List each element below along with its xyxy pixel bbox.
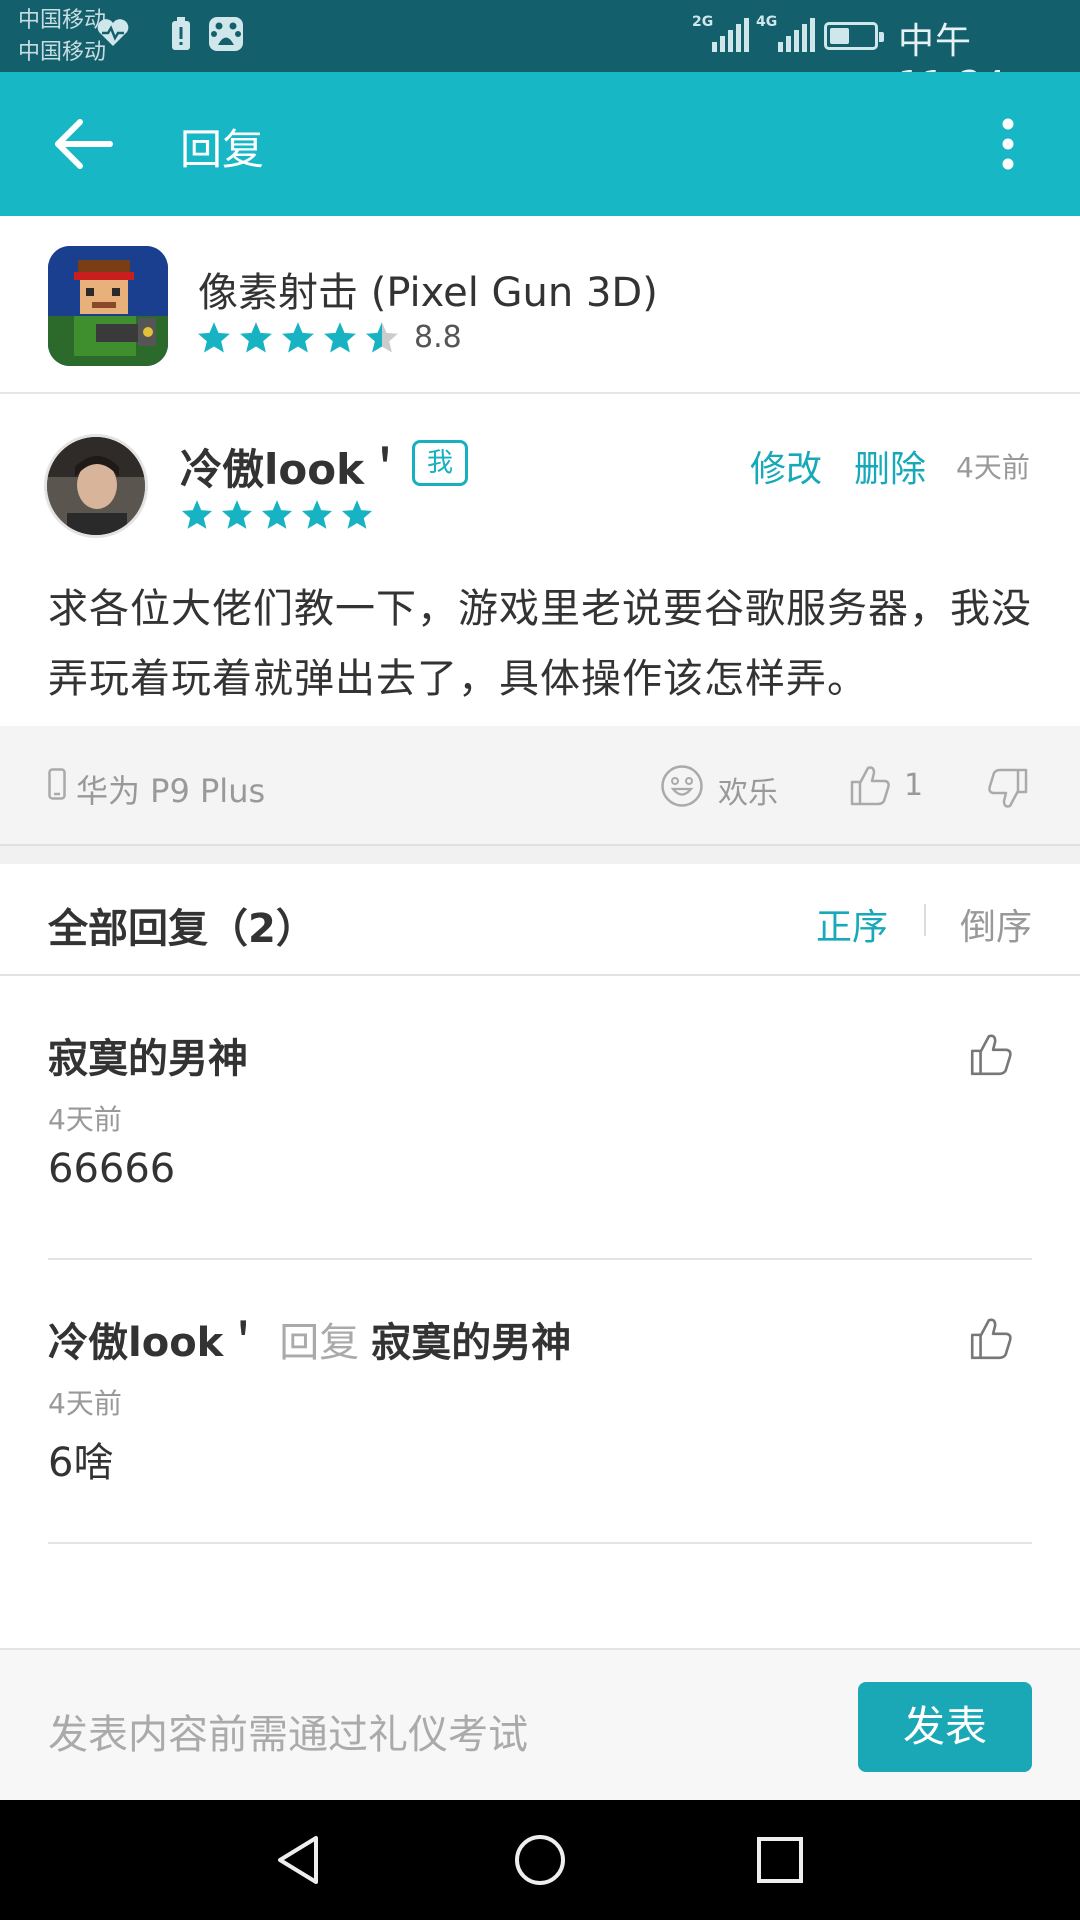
signal-strength-icon (712, 18, 749, 52)
reply-time: 4天前 (48, 1103, 122, 1136)
network-type-label: 2G (692, 14, 714, 30)
carrier-label: 中国移动 (18, 8, 107, 33)
more-vertical-icon[interactable] (990, 114, 1026, 174)
device-label: 华为 P9 Plus (76, 772, 266, 810)
battery-saver-icon (172, 17, 190, 50)
review-username[interactable]: 冷傲look＇ (180, 436, 406, 497)
app-icon (48, 246, 168, 366)
status-bar: 中国移动 中国移动 2G 4G 中午11:24 (0, 0, 1080, 105)
reply-header: 冷傲look＇ 回复 寂寞的男神 (48, 1310, 571, 1368)
star-icon (240, 322, 272, 353)
delete-button[interactable]: 删除 (854, 440, 926, 492)
publish-button[interactable]: 发表 (858, 1682, 1032, 1772)
battery-level (830, 28, 849, 44)
reply-composer: 发表内容前需通过礼仪考试 发表 (0, 1648, 1080, 1800)
like-count: 1 (904, 768, 924, 803)
carrier-label: 中国移动 (18, 40, 107, 65)
reply-username[interactable]: 寂寞的男神 (48, 1026, 248, 1084)
review-actions: 华为 P9 Plus 欢乐 1 (0, 726, 1080, 846)
thumbs-up-icon[interactable] (848, 762, 892, 808)
mood-label[interactable]: 欢乐 (718, 768, 778, 812)
avatar[interactable] (44, 434, 148, 538)
star-icon (261, 500, 293, 529)
replies-title: 全部回复（2） (48, 906, 316, 952)
reply-text: 66666 (48, 1146, 176, 1192)
star-icon (324, 322, 356, 353)
smiley-icon[interactable] (660, 764, 704, 808)
battery-icon (824, 22, 884, 50)
page-title: 回复 (180, 125, 265, 174)
back-arrow-icon[interactable] (48, 114, 120, 174)
signal-strength-icon (778, 18, 815, 52)
review-card: 冷傲look＇ 我 修改 删除 4天前 求各位大佬们教一下，游戏里老说要谷歌服务… (0, 394, 1080, 724)
reply-time: 4天前 (48, 1387, 122, 1420)
thumbs-up-icon[interactable] (968, 1030, 1014, 1078)
app-bar: 回复 (0, 72, 1080, 216)
replies-header: 全部回复（2） 正序 倒序 (0, 864, 1080, 976)
sort-descending-button[interactable]: 倒序 (960, 898, 1032, 950)
thumbs-up-icon[interactable] (968, 1314, 1014, 1362)
star-icon (282, 322, 314, 353)
app-score: 8.8 (414, 320, 462, 355)
review-text: 求各位大佬们教一下，游戏里老说要谷歌服务器，我没弄玩着玩着就弹出去了，具体操作该… (48, 586, 1032, 702)
star-icon (181, 500, 213, 529)
star-icon (366, 322, 398, 353)
review-rating-stars (180, 498, 374, 532)
app-name: 像素射击 (Pixel Gun 3D) (198, 270, 658, 316)
reply-username[interactable]: 冷傲look＇ (48, 1320, 263, 1366)
app-info[interactable]: 像素射击 (Pixel Gun 3D) 8.8 (0, 216, 1080, 394)
me-badge: 我 (412, 440, 468, 486)
reply-item: 冷傲look＇ 回复 寂寞的男神 4天前 6啥 (48, 1260, 1032, 1544)
reply-item: 寂寞的男神 4天前 66666 (48, 976, 1032, 1260)
reply-word: 回复 (279, 1320, 360, 1366)
app-rating-stars (196, 320, 400, 356)
star-icon (341, 500, 373, 529)
thumbs-down-icon[interactable] (986, 766, 1030, 812)
heart-pulse-icon (97, 19, 129, 46)
reply-target-username[interactable]: 寂寞的男神 (371, 1320, 571, 1366)
reply-text: 6啥 (48, 1440, 114, 1486)
sort-ascending-button[interactable]: 正序 (816, 898, 888, 950)
nav-recents-icon[interactable] (750, 1830, 810, 1890)
phone-icon (48, 768, 66, 800)
section-divider (0, 846, 1080, 864)
review-time: 4天前 (956, 451, 1030, 484)
network-type-label: 4G (756, 14, 778, 30)
baidu-paw-icon (209, 17, 243, 51)
edit-button[interactable]: 修改 (750, 440, 822, 492)
sort-separator (924, 904, 926, 936)
star-icon (301, 500, 333, 529)
reply-input[interactable]: 发表内容前需通过礼仪考试 (48, 1702, 528, 1760)
nav-home-icon[interactable] (510, 1830, 570, 1890)
star-icon (221, 500, 253, 529)
system-nav-bar (0, 1800, 1080, 1920)
nav-back-icon[interactable] (270, 1830, 330, 1890)
star-icon (198, 322, 230, 353)
